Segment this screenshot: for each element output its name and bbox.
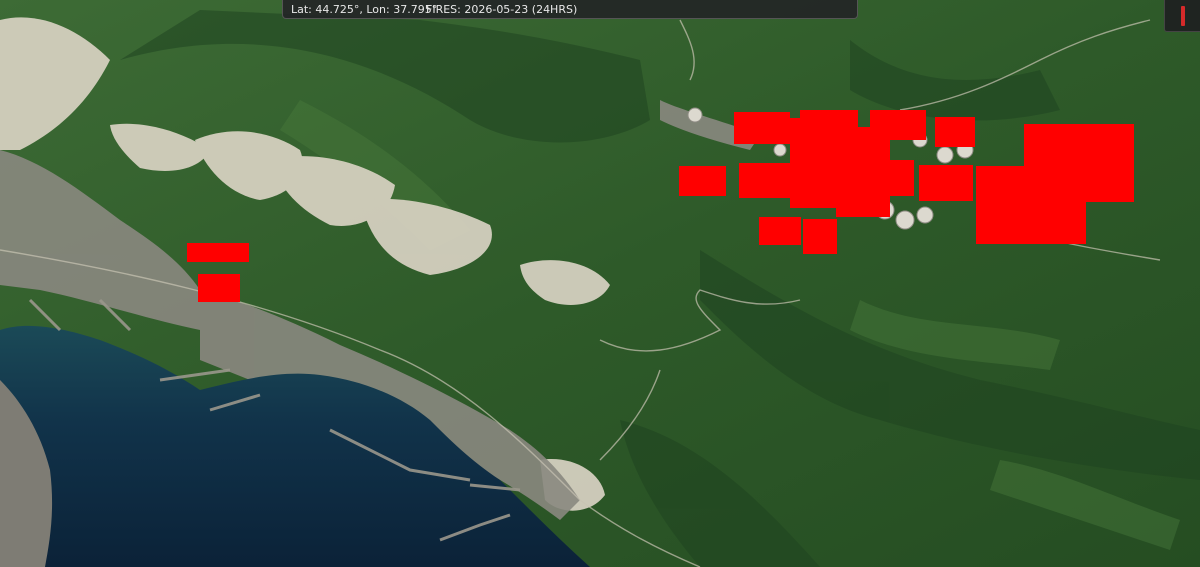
satellite-map[interactable] (0, 0, 1200, 567)
satellite-imagery (0, 0, 1200, 567)
fire-marker[interactable] (803, 219, 837, 254)
fire-marker[interactable] (935, 117, 975, 147)
fire-marker[interactable] (198, 274, 240, 302)
fire-marker[interactable] (1024, 124, 1134, 202)
fire-marker[interactable] (734, 112, 790, 144)
fires-date-label: FIRES: 2026-05-23 (24HRS) (426, 3, 578, 16)
fire-marker[interactable] (679, 166, 726, 196)
coordinates-readout: Lat: 44.725°, Lon: 37.795° (291, 3, 438, 16)
fire-marker[interactable] (739, 163, 791, 198)
fire-marker[interactable] (187, 243, 249, 262)
close-button[interactable] (1164, 0, 1200, 32)
close-icon (1181, 6, 1185, 26)
fire-marker[interactable] (759, 217, 801, 245)
fire-marker[interactable] (878, 160, 914, 196)
fire-marker[interactable] (870, 110, 926, 140)
status-bar: Lat: 44.725°, Lon: 37.795° FIRES: 2026-0… (282, 0, 858, 19)
fire-marker[interactable] (919, 165, 973, 201)
